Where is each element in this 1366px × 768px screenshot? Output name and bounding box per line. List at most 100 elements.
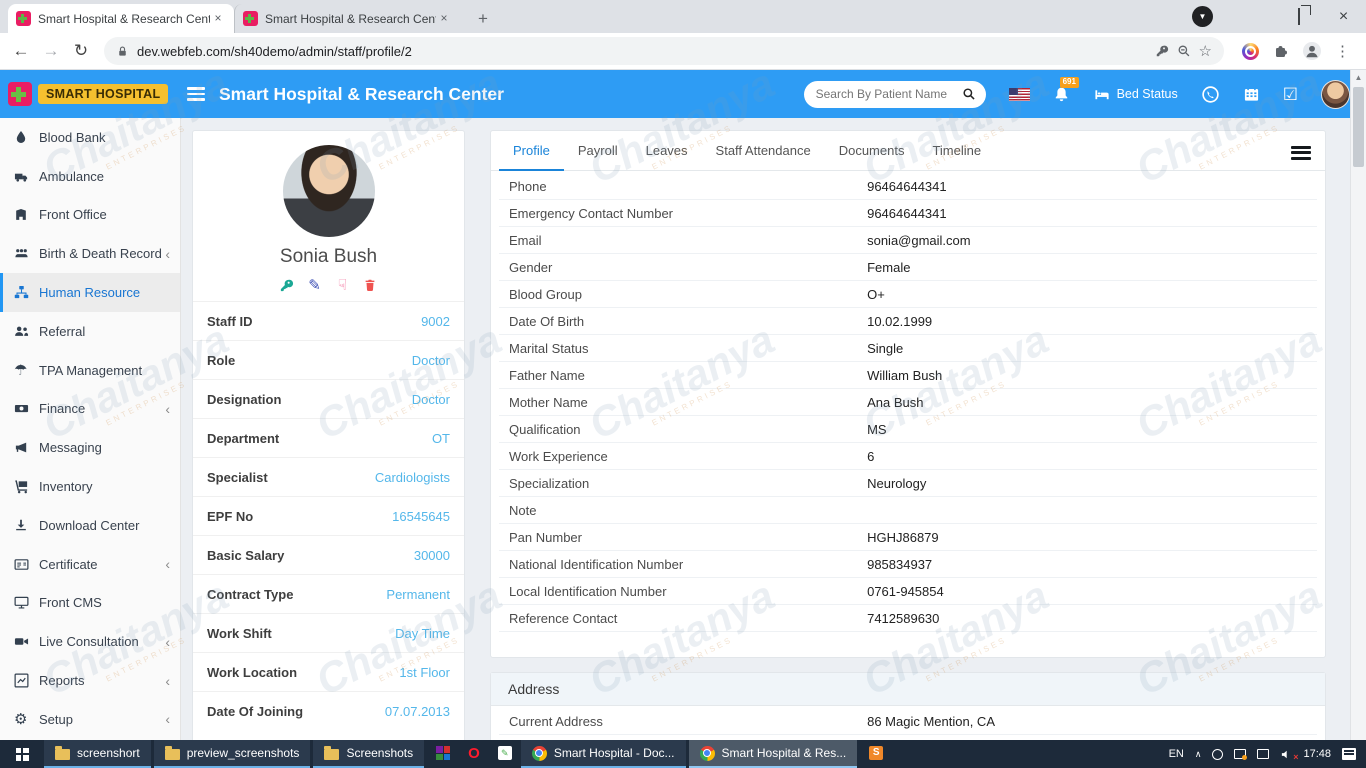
user-avatar[interactable] (1321, 79, 1350, 109)
summary-row: Department OT (193, 418, 464, 457)
sidebar-item-human-resource[interactable]: Human Resource (0, 273, 180, 312)
tab-payroll[interactable]: Payroll (564, 131, 632, 171)
back-button[interactable]: ← (6, 41, 36, 61)
sidebar-item-messaging[interactable]: Messaging (0, 428, 180, 467)
url-text[interactable]: dev.webfeb.com/sh40demo/admin/staff/prof… (137, 44, 1147, 59)
minimize-button[interactable] (1231, 0, 1276, 33)
sidebar-item-referral[interactable]: Referral (0, 312, 180, 351)
staff-name: Sonia Bush (279, 246, 378, 267)
scrollbar-up-icon[interactable]: ▲ (1351, 70, 1366, 86)
sidebar-toggle-icon[interactable] (187, 84, 205, 103)
scrollbar-thumb[interactable] (1353, 87, 1364, 167)
new-tab-button[interactable]: + (470, 9, 496, 29)
calendar-icon[interactable] (1243, 86, 1260, 103)
taskbar-notepad[interactable]: ✎ (489, 740, 521, 768)
sidebar-item-live-consultation[interactable]: Live Consultation ‹ (0, 622, 180, 661)
page-scrollbar[interactable]: ▲ (1350, 70, 1366, 740)
staff-summary-card: Sonia Bush ✎ ☟ Staff ID 9002 Role Doctor D… (192, 130, 465, 740)
disable-staff-thumb-down-icon[interactable]: ☟ (335, 278, 350, 293)
taskbar-folder-screenshort[interactable]: screenshort (44, 740, 151, 768)
action-center-icon[interactable] (1342, 748, 1356, 760)
card-menu-icon[interactable] (1291, 143, 1311, 162)
search-input[interactable] (813, 86, 958, 102)
reset-password-key-icon[interactable] (279, 278, 294, 293)
sidebar-item-label: Human Resource (39, 285, 141, 301)
detail-row: Phone 96464644341 (499, 173, 1317, 200)
sidebar-item-ambulance[interactable]: Ambulance (0, 157, 180, 196)
summary-row: Role Doctor (193, 340, 464, 379)
tray-time[interactable]: 17:48 (1303, 748, 1331, 760)
browser-tab-1[interactable]: Smart Hospital & Research Cente × (8, 4, 234, 33)
tray-language[interactable]: EN (1169, 748, 1184, 760)
sidebar-item-inventory[interactable]: Inventory (0, 467, 180, 506)
sidebar-item-download-center[interactable]: Download Center (0, 506, 180, 545)
browser-update-icon[interactable]: ▼ (1192, 6, 1213, 27)
language-flag-icon[interactable] (1008, 87, 1030, 101)
summary-row: Specialist Cardiologists (193, 457, 464, 496)
forward-button[interactable]: → (36, 41, 66, 61)
chevron-left-icon: ‹ (165, 400, 170, 417)
sidebar-item-birth-death-record[interactable]: Birth & Death Record ‹ (0, 234, 180, 273)
sidebar-item-label: Ambulance (39, 168, 105, 184)
close-window-button[interactable]: × (1321, 0, 1366, 33)
password-key-icon[interactable] (1155, 44, 1169, 58)
sidebar-item-setup[interactable]: ⚙ Setup ‹ (0, 700, 180, 739)
sidebar-item-label: Blood Bank (39, 129, 106, 145)
sidebar-item-tpa-management[interactable]: ☂ TPA Management (0, 351, 180, 390)
taskbar-window-chrome-doc[interactable]: Smart Hospital - Doc... (520, 740, 686, 768)
patient-search-box[interactable] (803, 80, 986, 108)
sidebar-item-label: Download Center (39, 517, 140, 533)
app-logo[interactable]: SMART HOSPITAL (0, 82, 181, 106)
tray-clock-icon[interactable] (1212, 748, 1224, 760)
bed-status-button[interactable]: Bed Status (1093, 87, 1178, 102)
tray-volume-muted-icon[interactable]: × (1280, 749, 1298, 762)
sidebar-item-front-office[interactable]: Front Office (0, 196, 180, 235)
extensions-puzzle-icon[interactable] (1273, 43, 1289, 59)
building-icon (14, 208, 39, 222)
taskbar-folder-screenshots[interactable]: Screenshots (313, 740, 425, 768)
sidebar-item-reports[interactable]: Reports ‹ (0, 661, 180, 700)
tasks-check-icon[interactable]: ☑ (1283, 86, 1298, 103)
address-bar[interactable]: dev.webfeb.com/sh40demo/admin/staff/prof… (104, 37, 1224, 65)
taskbar-sublime[interactable]: S (860, 740, 892, 768)
start-button[interactable] (0, 740, 44, 768)
tab-documents[interactable]: Documents (825, 131, 919, 171)
sitemap-icon (14, 285, 39, 300)
reload-button[interactable]: ↻ (66, 41, 96, 61)
bookmark-star-icon[interactable]: ☆ (1199, 42, 1212, 60)
tab-staff-attendance[interactable]: Staff Attendance (702, 131, 825, 171)
summary-row: Designation Doctor (193, 379, 464, 418)
tab-close-icon[interactable]: × (436, 11, 452, 27)
tab-leaves[interactable]: Leaves (632, 131, 702, 171)
tray-expand-caret-icon[interactable]: ∧ (1195, 749, 1202, 760)
sidebar-item-blood-bank[interactable]: Blood Bank (0, 118, 180, 157)
detail-row: Marital Status Single (499, 335, 1317, 362)
taskbar-folder-preview-screenshots[interactable]: preview_screenshots (153, 740, 311, 768)
tab-timeline[interactable]: Timeline (918, 131, 995, 171)
notifications-bell[interactable]: 691 (1053, 76, 1079, 103)
search-icon[interactable] (962, 87, 976, 101)
video-camera-icon (14, 634, 39, 649)
browser-tab-2[interactable]: Smart Hospital & Research Cente × (234, 4, 460, 33)
taskbar-window-chrome-active[interactable]: Smart Hospital & Res... (688, 740, 858, 768)
delete-trash-icon[interactable] (363, 278, 378, 293)
browser-profile-avatar[interactable] (1303, 42, 1321, 60)
whatsapp-icon[interactable] (1201, 85, 1220, 104)
sidebar-item-finance[interactable]: Finance ‹ (0, 390, 180, 429)
tray-display-icon[interactable] (1257, 749, 1270, 759)
zoom-out-icon[interactable] (1177, 44, 1191, 58)
address-row: Current Address 86 Magic Mention, CA (499, 708, 1317, 735)
taskbar-winrar[interactable] (427, 740, 459, 768)
edit-pencil-icon[interactable]: ✎ (307, 278, 322, 293)
summary-row: Work Shift Day Time (193, 613, 464, 652)
sidebar-item-front-cms[interactable]: Front CMS (0, 584, 180, 623)
tab-close-icon[interactable]: × (210, 11, 226, 27)
restore-button[interactable] (1276, 0, 1321, 33)
instagram-extension-icon[interactable] (1242, 42, 1259, 60)
tray-app-badge-icon[interactable] (1234, 749, 1248, 760)
logo-text: SMART HOSPITAL (38, 84, 169, 104)
sidebar-item-certificate[interactable]: Certificate ‹ (0, 545, 180, 584)
browser-menu-icon[interactable]: ⋮ (1335, 42, 1350, 60)
taskbar-opera[interactable]: O (459, 740, 489, 768)
tab-profile[interactable]: Profile (499, 131, 564, 171)
